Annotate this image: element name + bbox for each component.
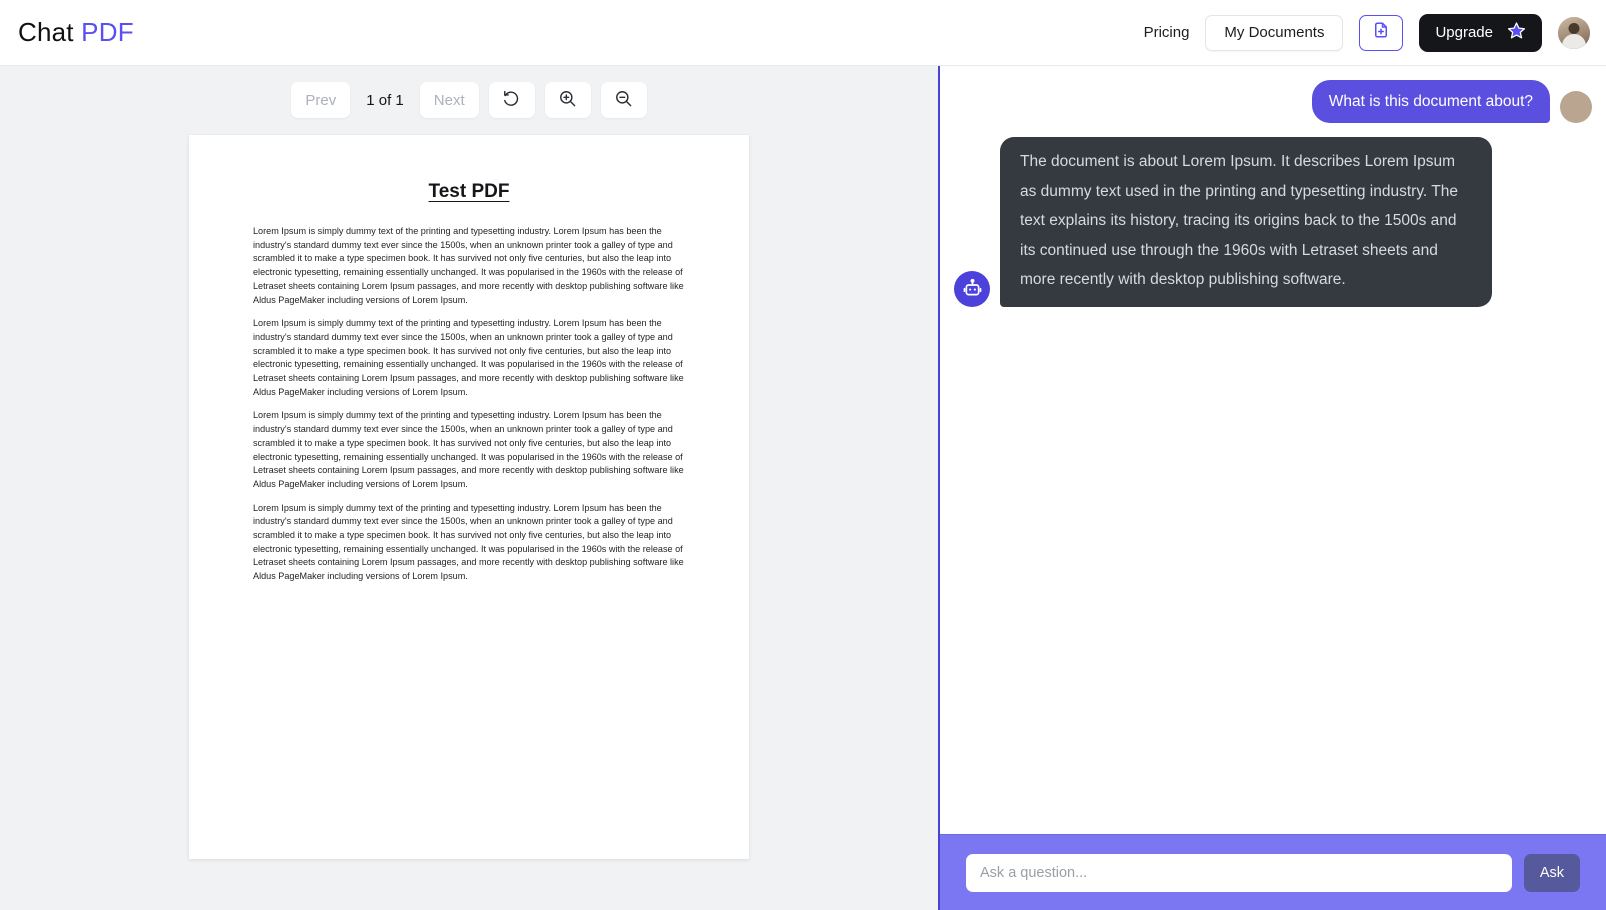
pdf-viewer-pane: Prev 1 of 1 Next Test PDF Lorem Ipsum is… [0,66,940,910]
robot-icon [954,270,990,307]
pdf-document-title: Test PDF [428,181,510,202]
user-avatar[interactable] [1558,16,1590,49]
chat-message-user: What is this document about? [954,80,1592,123]
chat-pane: What is this document about? The documen… [940,66,1606,910]
prev-page-button[interactable]: Prev [291,82,351,118]
zoom-in-button[interactable] [544,82,591,118]
zoom-out-button[interactable] [600,82,647,118]
zoom-in-icon [558,89,577,112]
pdf-toolbar: Prev 1 of 1 Next [291,82,647,118]
logo-text-pdf: PDF [81,17,134,47]
nav-link-pricing[interactable]: Pricing [1144,24,1190,41]
app-logo[interactable]: Chat PDF [18,17,134,48]
pdf-paragraph: Lorem Ipsum is simply dummy text of the … [253,318,684,397]
page-indicator: 1 of 1 [366,91,404,109]
message-bubble: What is this document about? [1311,80,1550,123]
ask-button[interactable]: Ask [1523,853,1580,892]
pdf-paragraph: Lorem Ipsum is simply dummy text of the … [253,502,684,582]
pdf-paragraph: Lorem Ipsum is simply dummy text of the … [253,226,684,305]
avatar-head [1568,22,1580,34]
chat-message-list[interactable]: What is this document about? The documen… [940,66,1606,834]
message-bubble: The document is about Lorem Ipsum. It de… [1000,137,1492,307]
upgrade-button-label: Upgrade [1435,24,1493,41]
app-header: Chat PDF Pricing My Documents Upgrade [0,0,1606,66]
pdf-page: Test PDF Lorem Ipsum is simply dummy tex… [189,135,749,859]
user-avatar [1560,91,1592,123]
chat-composer: Ask [940,834,1606,910]
logo-text-chat: Chat [18,17,74,47]
main-content: Prev 1 of 1 Next Test PDF Lorem Ipsum is… [0,66,1606,910]
my-documents-button[interactable]: My Documents [1205,14,1344,51]
chat-message-assistant: The document is about Lorem Ipsum. It de… [954,137,1592,307]
rotate-button[interactable] [488,82,535,118]
upgrade-button[interactable]: Upgrade [1419,13,1542,52]
add-document-icon [1372,21,1390,44]
pdf-paragraph: Lorem Ipsum is simply dummy text of the … [253,410,684,489]
add-document-button[interactable] [1359,14,1404,51]
next-page-button[interactable]: Next [419,82,479,118]
rotate-ccw-icon [502,89,521,112]
ask-question-input[interactable] [966,853,1512,892]
star-icon [1507,21,1526,44]
header-actions: Pricing My Documents Upgrade [1144,13,1590,52]
zoom-out-icon [614,89,633,112]
